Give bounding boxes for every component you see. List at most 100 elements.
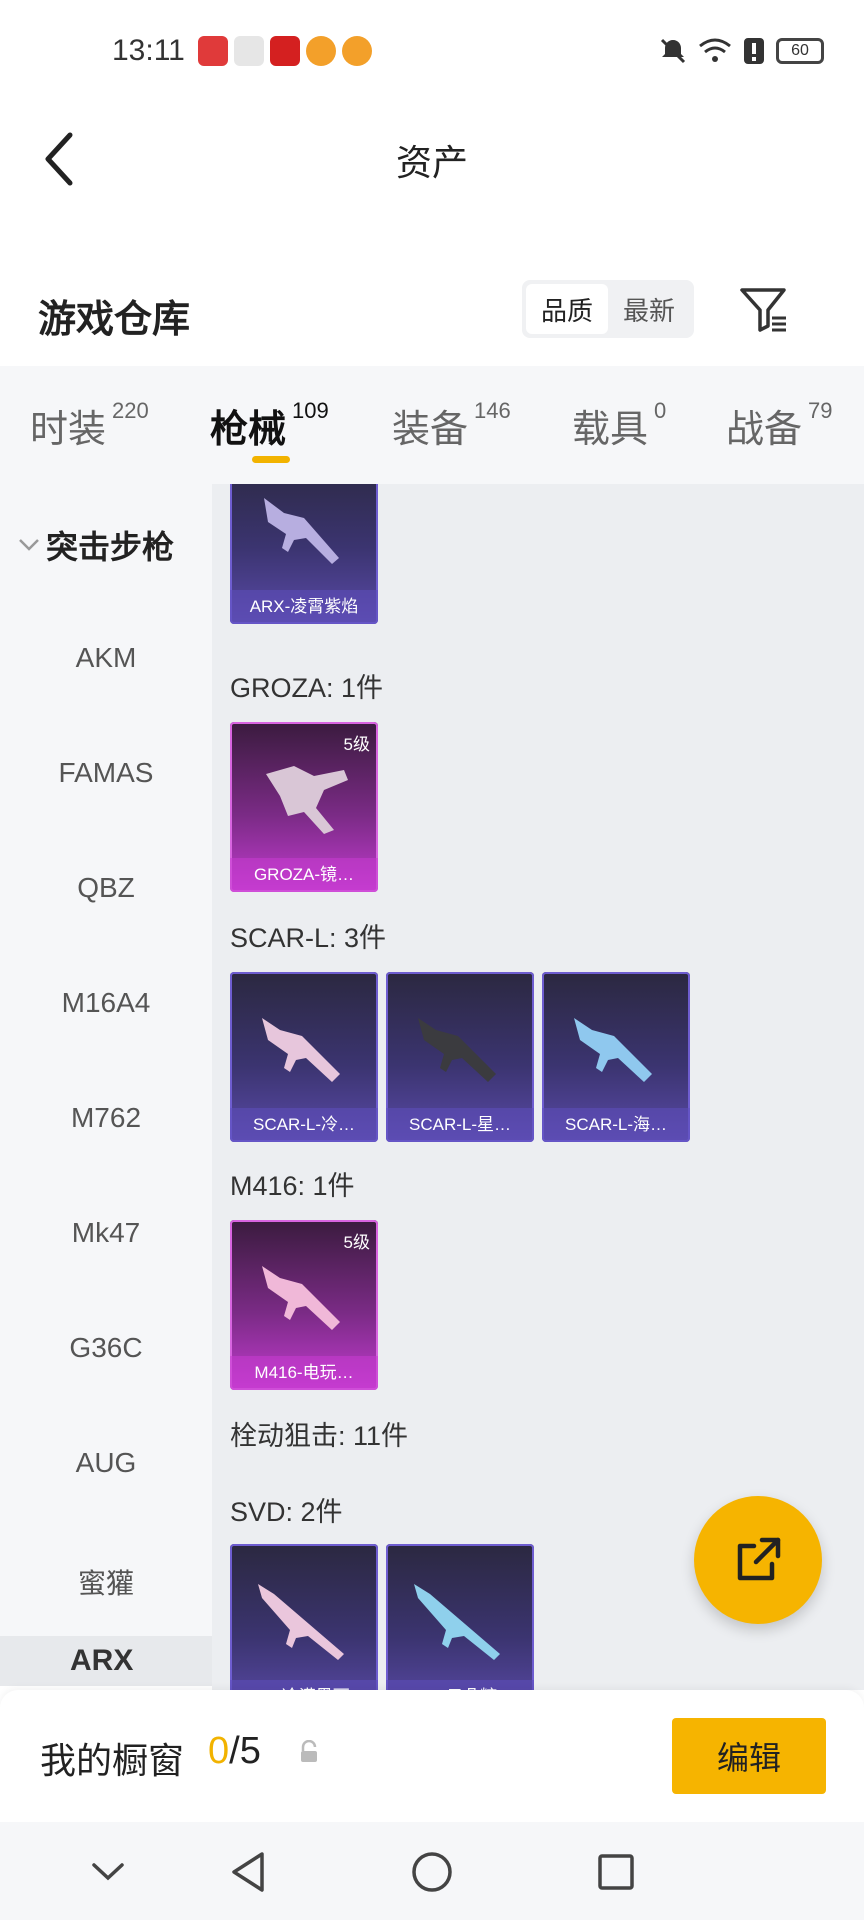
weapon-card[interactable]: ARX-凌霄紫焰	[230, 484, 378, 624]
weapon-card-name: SCAR-L-星…	[386, 1108, 534, 1142]
tab-count: 79	[808, 398, 833, 423]
lock-icon	[301, 1740, 317, 1762]
tab-count: 220	[112, 398, 149, 423]
status-bar: 13:11 60	[0, 0, 864, 104]
category-tabs: 时装 220 枪械 109 装备 146 载具 0 战备 79	[0, 366, 864, 484]
triangle-back-icon	[232, 1852, 264, 1892]
weapon-card[interactable]: SVD-冷漠黑丽…	[230, 1544, 378, 1690]
sidebar-group-label: 突击步枪	[46, 529, 175, 565]
weapon-card[interactable]: SVD-云朵糖…	[386, 1544, 534, 1690]
warehouse-title: 游戏仓库	[38, 299, 191, 341]
rifle-icon	[262, 1266, 340, 1330]
rifle-icon	[414, 1584, 500, 1660]
sidebar-item-label: ARX	[70, 1644, 134, 1677]
weapon-card-name: GROZA-镜…	[230, 858, 378, 892]
status-time: 13:11	[112, 34, 185, 67]
system-nav-bar	[0, 1822, 864, 1920]
weapon-card[interactable]: 5级 M416-电玩…	[230, 1220, 378, 1390]
showcase-bar: 我的橱窗 0/5 编辑	[0, 1690, 864, 1822]
sidebar-item-qbz[interactable]: QBZ	[0, 872, 212, 904]
group-label-scar-l: SCAR-L: 3件	[230, 923, 387, 953]
share-button[interactable]	[694, 1496, 822, 1624]
sort-toggle: 品质 最新	[522, 280, 694, 338]
weapon-type-sidebar: 突击步枪 AKM FAMAS QBZ M16A4 M762 Mk47 G36C …	[0, 484, 212, 1636]
tab-firearms[interactable]: 枪械 109	[210, 398, 329, 453]
rifle-icon	[262, 1018, 340, 1082]
active-tab-indicator	[252, 456, 290, 463]
sidebar-item-aug[interactable]: AUG	[0, 1447, 212, 1479]
sidebar-item-famas[interactable]: FAMAS	[0, 757, 212, 789]
weapon-card-name: ARX-凌霄紫焰	[230, 590, 378, 624]
sidebar-item-m762[interactable]: M762	[0, 1102, 212, 1134]
sidebar-item-mk47[interactable]: Mk47	[0, 1217, 212, 1249]
tab-count: 146	[474, 398, 511, 423]
app-header: 资产	[0, 104, 864, 304]
square-recents-icon	[598, 1854, 634, 1890]
tab-label: 枪械	[210, 409, 287, 451]
cat-app-icon	[306, 36, 336, 66]
box-app-icon	[234, 36, 264, 66]
huawei-app-icon	[198, 36, 228, 66]
sidebar-item-akm[interactable]: AKM	[0, 642, 212, 674]
tab-label: 载具	[572, 409, 649, 451]
tab-vehicles[interactable]: 载具 0	[572, 398, 666, 453]
cat-app-icon-2	[342, 36, 372, 66]
tab-label: 装备	[392, 409, 469, 451]
tab-label: 战备	[726, 409, 803, 451]
chevron-down-icon	[19, 539, 39, 551]
nav-home-button[interactable]	[404, 1844, 460, 1900]
rifle-icon	[258, 1584, 344, 1660]
weapon-card-name: M416-电玩…	[230, 1356, 378, 1390]
battery-indicator: 60	[776, 38, 824, 64]
filter-icon	[740, 288, 786, 332]
sidebar-item-m16a4[interactable]: M16A4	[0, 987, 212, 1019]
weapon-card[interactable]: SCAR-L-星…	[386, 972, 534, 1142]
status-right: 60	[658, 36, 824, 66]
weapon-card-name: SCAR-L-冷…	[230, 1108, 378, 1142]
rifle-icon	[418, 1018, 496, 1082]
alert-icon	[744, 38, 764, 64]
sidebar-item-arx[interactable]: ARX	[0, 1636, 212, 1686]
rifle-icon	[574, 1018, 652, 1082]
rifle-icon	[266, 766, 348, 834]
tab-supplies[interactable]: 战备 79	[726, 398, 833, 453]
group-label-groza: GROZA: 1件	[230, 673, 384, 703]
group-label-m416: M416: 1件	[230, 1171, 355, 1201]
circle-home-icon	[412, 1852, 452, 1892]
chevron-down-icon	[92, 1863, 124, 1881]
nav-back-button[interactable]	[220, 1844, 276, 1900]
tab-label: 时装	[30, 409, 107, 451]
sidebar-item-g36c[interactable]: G36C	[0, 1332, 212, 1364]
nav-collapse-button[interactable]	[80, 1844, 136, 1900]
sort-newest-option[interactable]: 最新	[608, 284, 690, 334]
showcase-current: 0	[208, 1730, 230, 1772]
sort-quality-option[interactable]: 品质	[526, 284, 608, 334]
sidebar-group-assault-rifle[interactable]: 突击步枪	[18, 522, 174, 568]
status-app-icons	[198, 36, 372, 66]
mute-icon	[660, 38, 686, 64]
showcase-label: 我的橱窗	[40, 1740, 185, 1781]
weapon-card-name: SVD-冷漠黑丽…	[230, 1680, 378, 1690]
sidebar-item-honey-badger[interactable]: 蜜獾	[0, 1562, 212, 1602]
gift-app-icon	[270, 36, 300, 66]
weapon-card[interactable]: 5级 GROZA-镜…	[230, 722, 378, 892]
filter-button[interactable]	[738, 284, 790, 336]
tab-fashion[interactable]: 时装 220	[30, 398, 149, 453]
weapon-card-name: SCAR-L-海…	[542, 1108, 690, 1142]
tab-equipment[interactable]: 装备 146	[392, 398, 511, 453]
edit-button[interactable]: 编辑	[672, 1718, 826, 1794]
tab-count: 0	[654, 398, 667, 423]
weapon-card-name: SVD-云朵糖…	[386, 1680, 534, 1690]
group-label-bolt-sniper: 栓动狙击: 11件	[230, 1421, 409, 1451]
showcase-total: /5	[229, 1730, 261, 1772]
share-external-icon	[737, 1537, 781, 1581]
weapon-card[interactable]: SCAR-L-冷…	[230, 972, 378, 1142]
tab-count: 109	[292, 398, 329, 423]
wifi-icon	[699, 38, 731, 62]
group-label-svd: SVD: 2件	[230, 1497, 343, 1527]
page-title: 资产	[395, 142, 468, 183]
rifle-icon	[264, 498, 339, 564]
nav-recents-button[interactable]	[588, 1844, 644, 1900]
showcase-count: 0/5	[208, 1730, 261, 1773]
weapon-card[interactable]: SCAR-L-海…	[542, 972, 690, 1142]
